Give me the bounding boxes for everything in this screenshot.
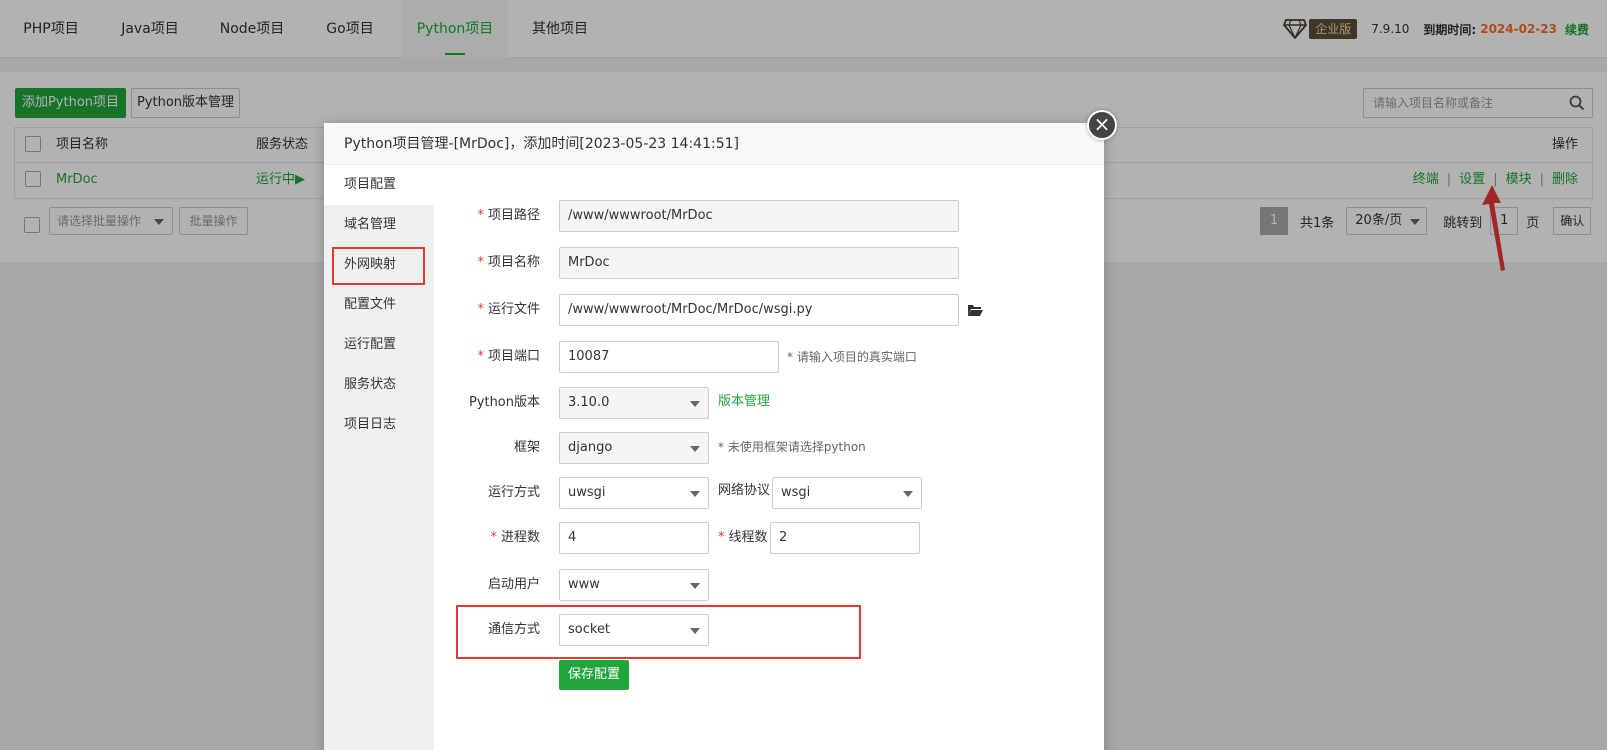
framework-label: 框架 (513, 440, 540, 455)
run-file-label: * 运行文件 (477, 302, 540, 317)
run-mode-select[interactable]: uwsgi (559, 477, 709, 509)
chevron-down-icon (690, 401, 700, 407)
side-item-service-status[interactable]: 服务状态 (324, 365, 434, 405)
save-config-button[interactable]: 保存配置 (559, 660, 629, 690)
start-user-label: 启动用户 (487, 577, 540, 592)
close-icon[interactable]: × (1087, 110, 1117, 140)
path-label: * 项目路径 (477, 208, 540, 223)
python-version-select[interactable]: 3.10.0 (559, 387, 709, 419)
run-mode-label: 运行方式 (487, 485, 540, 500)
side-item-project-log[interactable]: 项目日志 (324, 405, 434, 445)
protocol-label: 网络协议 (718, 483, 771, 498)
start-user-value: www (568, 577, 600, 592)
threads-input[interactable]: 2 (770, 522, 920, 554)
folder-open-icon[interactable] (967, 303, 983, 317)
start-user-select[interactable]: www (559, 569, 709, 601)
side-item-project-config[interactable]: 项目配置 (324, 165, 434, 205)
port-label: * 项目端口 (477, 349, 540, 364)
python-version-value: 3.10.0 (568, 395, 610, 410)
side-item-run-config[interactable]: 运行配置 (324, 325, 434, 365)
side-item-config-file[interactable]: 配置文件 (324, 285, 434, 325)
processes-label: * 进程数 (490, 530, 540, 545)
project-name-input[interactable]: MrDoc (559, 247, 959, 279)
run-mode-value: uwsgi (568, 485, 606, 500)
python-version-label: Python版本 (468, 395, 540, 410)
framework-hint: * 未使用框架请选择python (718, 440, 866, 454)
protocol-value: wsgi (781, 485, 811, 500)
port-hint: * 请输入项目的真实端口 (787, 350, 917, 364)
framework-value: django (568, 440, 613, 455)
chevron-down-icon (690, 446, 700, 452)
chevron-down-icon (690, 583, 700, 589)
port-input[interactable]: 10087 (559, 341, 779, 373)
version-mgmt-link[interactable]: 版本管理 (718, 387, 770, 417)
processes-input[interactable]: 4 (559, 522, 709, 554)
protocol-select[interactable]: wsgi (772, 477, 922, 509)
name-label: * 项目名称 (477, 255, 540, 270)
chevron-down-icon (903, 491, 913, 497)
project-path-input[interactable]: /www/wwwroot/MrDoc (559, 200, 959, 232)
framework-select[interactable]: django (559, 432, 709, 464)
highlight-box-external-mapping (332, 247, 425, 285)
highlight-box-comm-method (456, 605, 861, 659)
run-file-input[interactable]: /www/wwwroot/MrDoc/MrDoc/wsgi.py (559, 294, 959, 326)
threads-label: * 线程数 (718, 530, 768, 545)
chevron-down-icon (690, 491, 700, 497)
modal-title: Python项目管理-[MrDoc]，添加时间[2023-05-23 14:41… (324, 123, 1104, 165)
side-item-domain-mgmt[interactable]: 域名管理 (324, 205, 434, 245)
